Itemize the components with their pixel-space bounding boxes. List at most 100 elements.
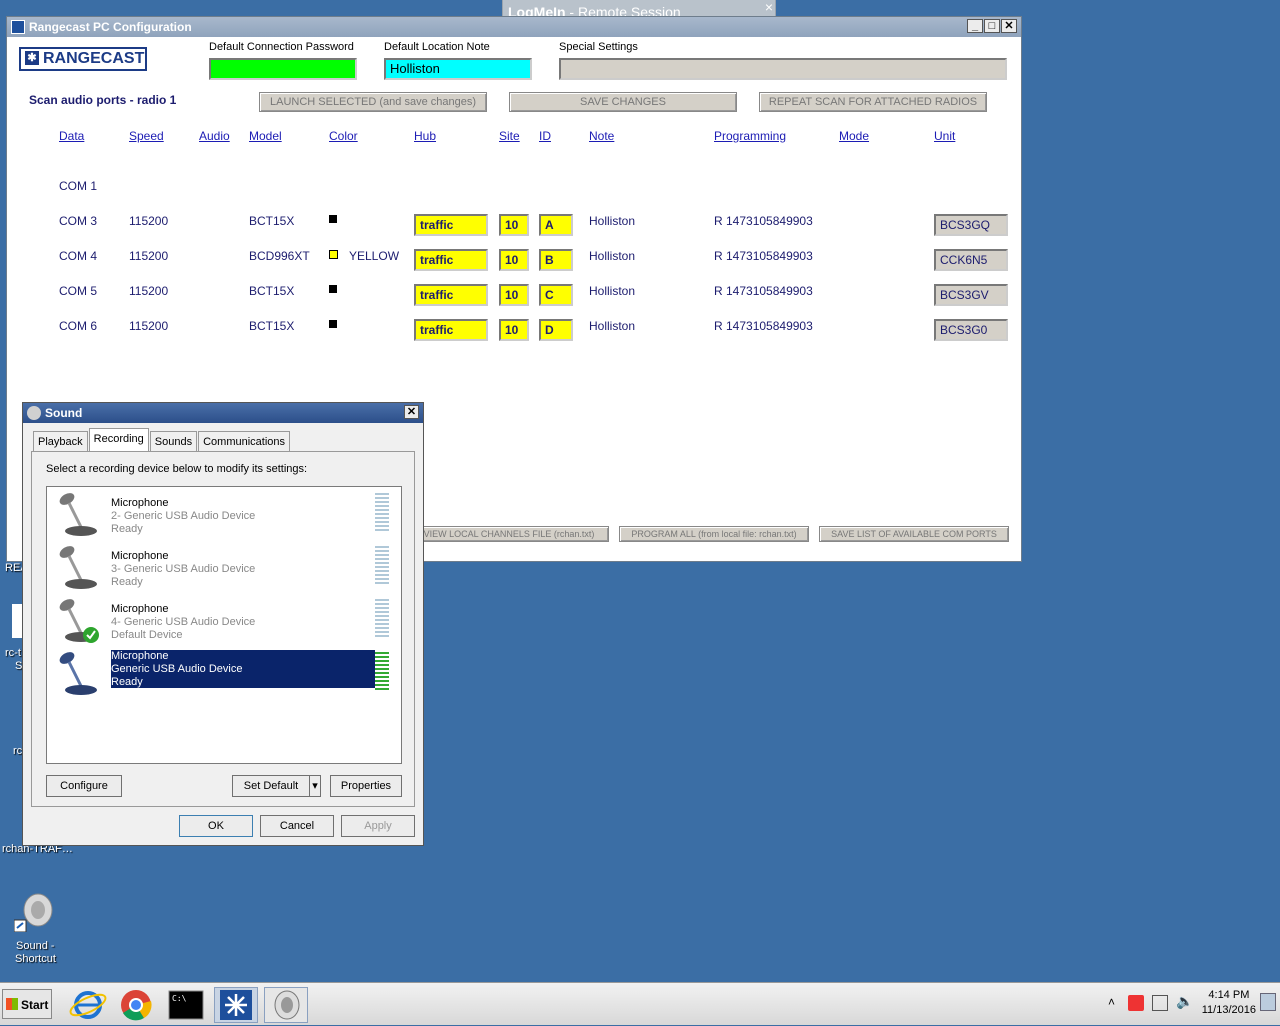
row-model: BCT15X (249, 319, 295, 333)
configure-button[interactable]: Configure (46, 775, 122, 797)
device-text: Microphone 2- Generic USB Audio Device R… (111, 497, 375, 536)
col-note[interactable]: Note (589, 129, 614, 143)
ok-button[interactable]: OK (179, 815, 253, 837)
device-item[interactable]: Microphone 4- Generic USB Audio Device D… (49, 595, 399, 647)
device-status: Ready (111, 676, 143, 688)
program-all-button[interactable]: PROGRAM ALL (from local file: rchan.txt) (619, 526, 809, 542)
sound-title-bar[interactable]: Sound ✕ (23, 403, 423, 423)
location-field[interactable]: Holliston (384, 58, 532, 80)
volume-icon[interactable]: 🔈 (1176, 993, 1193, 1010)
recording-panel: Select a recording device below to modif… (31, 451, 415, 807)
network-icon[interactable] (1152, 995, 1168, 1011)
site-field[interactable]: 10 (499, 214, 529, 236)
rangecast-taskbar-icon[interactable] (214, 987, 258, 1023)
tab-communications[interactable]: Communications (198, 431, 291, 452)
row-model: BCT15X (249, 214, 295, 228)
view-local-channels-button[interactable]: VIEW LOCAL CHANNELS FILE (rchan.txt) (409, 526, 609, 542)
desktop-icon-label[interactable]: Sound - (16, 940, 55, 952)
launch-selected-button[interactable]: LAUNCH SELECTED (and save changes) (259, 92, 487, 112)
windows-logo-icon (6, 998, 18, 1010)
command-prompt-icon[interactable]: C:\ (164, 987, 208, 1023)
maximize-icon[interactable]: □ (984, 19, 1000, 33)
action-center-icon[interactable] (1128, 995, 1144, 1011)
color-swatch[interactable] (329, 320, 337, 328)
hub-field[interactable]: traffic (414, 284, 488, 306)
show-desktop-button[interactable] (1260, 993, 1276, 1011)
level-meter (375, 599, 389, 639)
device-item[interactable]: Microphone 3- Generic USB Audio Device R… (49, 542, 399, 594)
save-com-list-button[interactable]: SAVE LIST OF AVAILABLE COM PORTS (819, 526, 1009, 542)
col-id[interactable]: ID (539, 129, 551, 143)
password-field[interactable] (209, 58, 357, 80)
col-site[interactable]: Site (499, 129, 520, 143)
row-model: BCD996XT (249, 249, 310, 263)
minimize-icon[interactable]: _ (967, 19, 983, 33)
desktop-icon-label[interactable]: Shortcut (15, 953, 56, 965)
unit-field[interactable]: CCK6N5 (934, 249, 1008, 271)
col-data[interactable]: Data (59, 129, 84, 143)
microphone-icon (59, 546, 97, 589)
set-default-dropdown-icon[interactable]: ▾ (309, 775, 321, 797)
close-icon[interactable]: ✕ (404, 405, 419, 419)
row-note: Holliston (589, 319, 636, 333)
location-label: Default Location Note (384, 41, 490, 53)
device-text: Microphone Generic USB Audio Device Read… (111, 650, 375, 688)
id-field[interactable]: A (539, 214, 573, 236)
sound-dialog: Sound ✕ Playback Recording Sounds Commun… (22, 402, 424, 846)
com1-label: COM 1 (59, 179, 98, 193)
sound-taskbar-icon[interactable] (264, 987, 308, 1023)
rangecast-app-icon (11, 20, 25, 34)
desktop-icon-label[interactable]: rc-t (5, 647, 21, 659)
speaker-icon (27, 406, 41, 420)
internet-explorer-icon[interactable] (66, 987, 110, 1023)
col-unit[interactable]: Unit (934, 129, 955, 143)
color-swatch[interactable] (329, 215, 337, 223)
tab-playback[interactable]: Playback (33, 431, 88, 452)
rangecast-title-bar[interactable]: Rangecast PC Configuration _ □ ✕ (7, 17, 1021, 37)
hub-field[interactable]: traffic (414, 319, 488, 341)
properties-button[interactable]: Properties (330, 775, 402, 797)
site-field[interactable]: 10 (499, 319, 529, 341)
unit-field[interactable]: BCS3GQ (934, 214, 1008, 236)
col-mode[interactable]: Mode (839, 129, 869, 143)
hub-field[interactable]: traffic (414, 249, 488, 271)
close-icon[interactable]: ✕ (1001, 19, 1017, 33)
site-field[interactable]: 10 (499, 249, 529, 271)
site-field[interactable]: 10 (499, 284, 529, 306)
chrome-icon[interactable] (114, 987, 158, 1023)
device-item[interactable]: Microphone 2- Generic USB Audio Device R… (49, 489, 399, 541)
repeat-scan-button[interactable]: REPEAT SCAN FOR ATTACHED RADIOS (759, 92, 987, 112)
clock-time: 4:14 PM (1208, 989, 1250, 1001)
system-clock[interactable]: 4:14 PM 11/13/2016 (1202, 988, 1256, 1018)
col-model[interactable]: Model (249, 129, 282, 143)
color-swatch[interactable] (329, 250, 338, 259)
color-swatch[interactable] (329, 285, 337, 293)
desktop-icon-label[interactable]: rc (13, 745, 22, 757)
id-field[interactable]: B (539, 249, 573, 271)
svg-text:C:\: C:\ (172, 994, 187, 1003)
speaker-shortcut-icon[interactable] (13, 890, 56, 933)
cancel-button[interactable]: Cancel (260, 815, 334, 837)
unit-field[interactable]: BCS3GV (934, 284, 1008, 306)
id-field[interactable]: C (539, 284, 573, 306)
col-color[interactable]: Color (329, 129, 358, 143)
password-label: Default Connection Password (209, 41, 354, 53)
col-audio[interactable]: Audio (199, 129, 230, 143)
hub-field[interactable]: traffic (414, 214, 488, 236)
save-changes-button[interactable]: SAVE CHANGES (509, 92, 737, 112)
tab-recording[interactable]: Recording (88, 428, 149, 453)
col-hub[interactable]: Hub (414, 129, 436, 143)
start-label: Start (21, 998, 49, 1012)
col-programming[interactable]: Programming (714, 129, 786, 143)
device-item-selected[interactable]: Microphone Generic USB Audio Device Read… (49, 648, 399, 700)
show-hidden-icons[interactable]: ˄ (1108, 995, 1115, 1009)
apply-button[interactable]: Apply (341, 815, 415, 837)
id-field[interactable]: D (539, 319, 573, 341)
device-list[interactable]: Microphone 2- Generic USB Audio Device R… (46, 486, 402, 764)
start-button[interactable]: Start (2, 989, 52, 1019)
unit-field[interactable]: BCS3G0 (934, 319, 1008, 341)
special-settings-field[interactable] (559, 58, 1007, 80)
set-default-button[interactable]: Set Default (232, 775, 310, 797)
tab-sounds[interactable]: Sounds (149, 431, 198, 452)
col-speed[interactable]: Speed (129, 129, 164, 143)
